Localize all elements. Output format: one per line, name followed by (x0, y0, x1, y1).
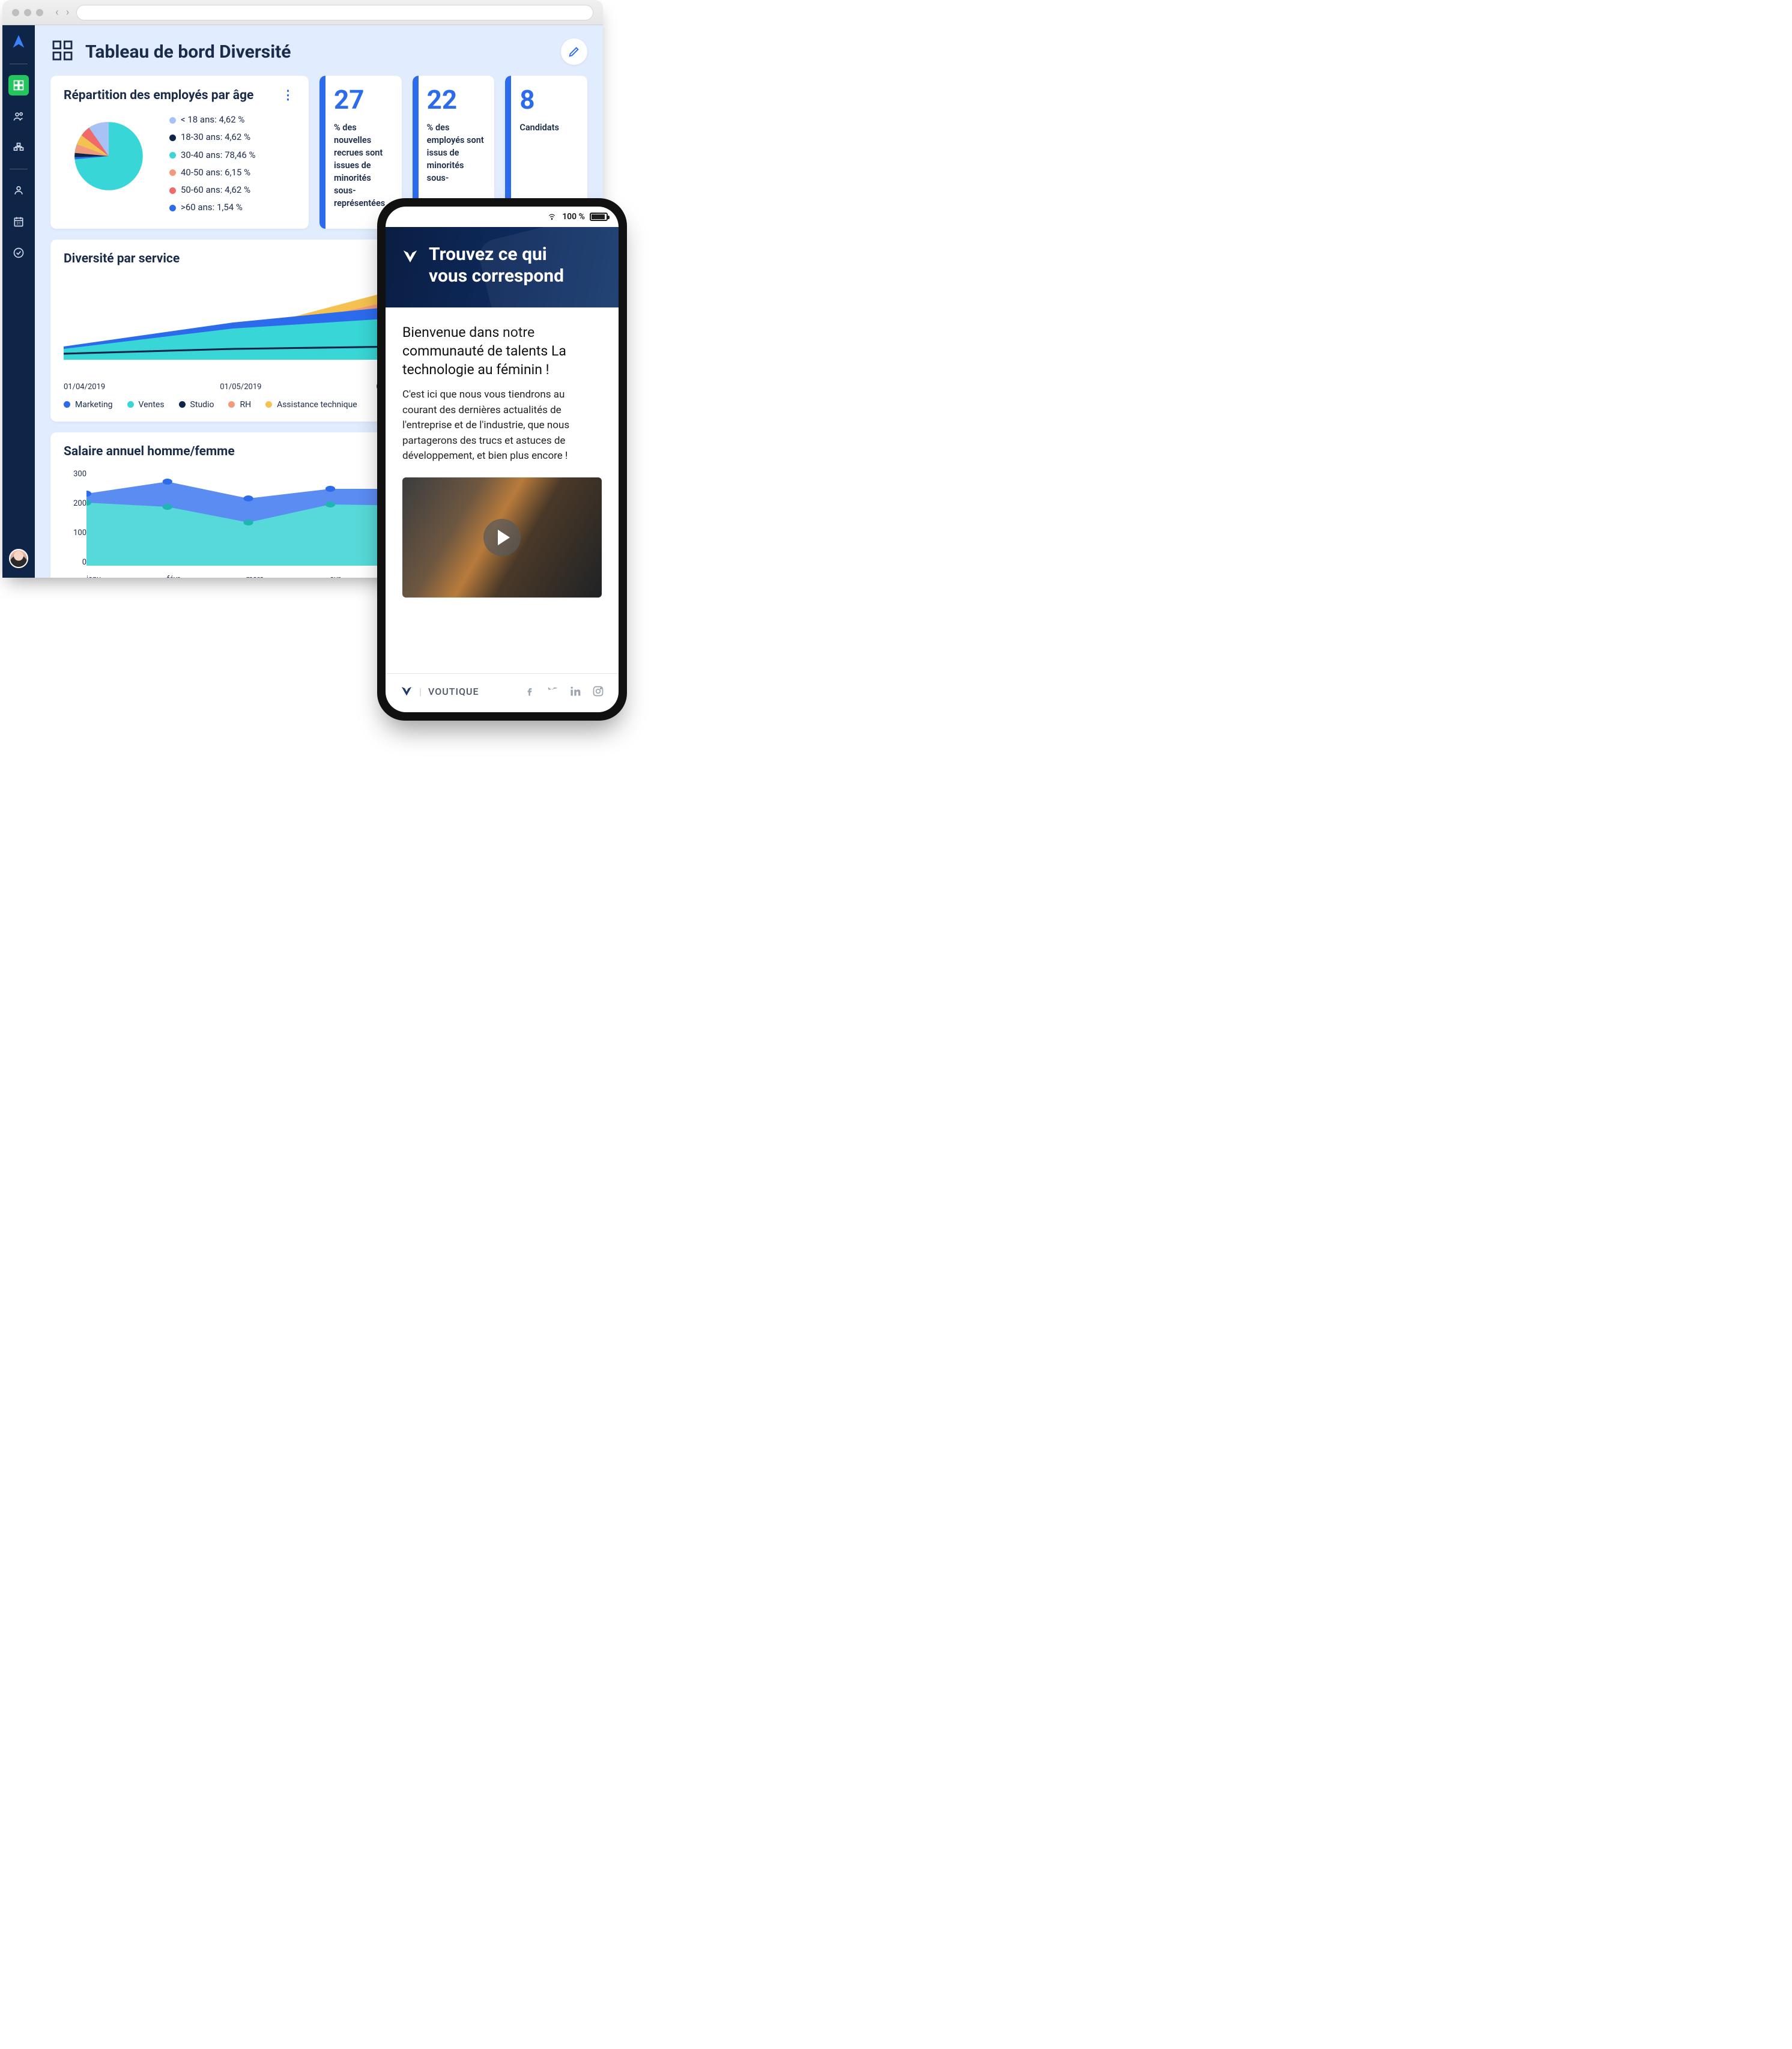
nav-arrows-icon[interactable]: ‹ › (55, 6, 71, 19)
legend-item: RH (228, 400, 251, 410)
video-thumbnail[interactable] (402, 477, 602, 598)
sidebar-item-org[interactable] (8, 138, 29, 158)
dashboard-icon (50, 38, 74, 65)
phone-screen: 100 % Trouvez ce qui vous correspond Bie… (386, 207, 619, 712)
y-tick: 200 (64, 499, 86, 508)
x-tick: 01/04/2019 (64, 383, 105, 392)
card-title-text: Salaire annuel homme/femme (64, 444, 235, 459)
facebook-icon[interactable] (524, 685, 536, 697)
phone-device: 100 % Trouvez ce qui vous correspond Bie… (377, 198, 627, 721)
wifi-icon (546, 213, 557, 221)
window-control-maximize[interactable] (36, 9, 43, 16)
brand-mark-icon (401, 247, 419, 265)
page-header: Tableau de bord Diversité (50, 38, 587, 65)
mobile-body: Bienvenue dans notre communauté de talen… (386, 307, 619, 673)
pencil-icon (568, 45, 581, 58)
mobile-footer: | VOUTIQUE (386, 673, 619, 712)
edit-button[interactable] (561, 38, 587, 65)
y-tick: 0 (64, 558, 86, 567)
sidebar-item-people[interactable] (8, 106, 29, 127)
card-age-distribution: Répartition des employés par âge ⋮ (50, 76, 309, 229)
x-tick: janv (86, 575, 101, 578)
app-logo-icon[interactable] (10, 34, 27, 53)
svg-text:31: 31 (16, 221, 20, 226)
window-control-close[interactable] (12, 9, 19, 16)
x-tick: avr (330, 575, 341, 578)
sidebar-item-profile[interactable] (8, 180, 29, 201)
legend-item: 30-40 ans: 78,46 % (169, 147, 256, 164)
stat-value: 8 (519, 86, 578, 113)
brand-mark-icon (400, 685, 413, 698)
legend-item: 18-30 ans: 4,62 % (169, 129, 256, 146)
left-sidebar: 31 (2, 25, 35, 578)
card-title: Répartition des employés par âge ⋮ (64, 88, 295, 103)
salary-y-axis: 300 200 100 0 (64, 470, 86, 578)
pie-chart (64, 111, 154, 201)
brand-name: VOUTIQUE (428, 686, 479, 697)
y-tick: 300 (64, 470, 86, 479)
legend-item: 40-50 ans: 6,15 % (169, 164, 256, 181)
hero-banner: Trouvez ce qui vous correspond (386, 227, 619, 307)
stat-label: % des nouvelles recrues sont issues de m… (334, 121, 392, 210)
hero-title: Trouvez ce qui vous correspond (429, 244, 564, 287)
sidebar-item-dashboard[interactable] (8, 75, 29, 95)
linkedin-icon[interactable] (569, 685, 581, 697)
browser-toolbar: ‹ › (2, 0, 603, 25)
play-icon (483, 519, 521, 556)
legend-item: >60 ans: 1,54 % (169, 199, 256, 216)
sidebar-item-calendar[interactable]: 31 (8, 211, 29, 232)
x-tick: 01/05/2019 (220, 383, 261, 392)
hero-line1: Trouvez ce qui (429, 244, 547, 265)
stat-value: 22 (427, 86, 485, 113)
x-tick: févr (167, 575, 180, 578)
pie-legend: < 18 ans: 4,62 %18-30 ans: 4,62 %30-40 a… (169, 111, 256, 217)
stat-value: 27 (334, 86, 392, 113)
legend-item: Marketing (64, 400, 113, 410)
legend-item: 50-60 ans: 4,62 % (169, 181, 256, 199)
twitter-icon[interactable] (546, 685, 558, 697)
legend-item: Ventes (127, 400, 165, 410)
footer-brand: | VOUTIQUE (400, 685, 479, 698)
card-menu-icon[interactable]: ⋮ (282, 88, 295, 103)
address-bar[interactable] (76, 5, 593, 20)
y-tick: 100 (64, 528, 86, 537)
user-avatar[interactable] (9, 549, 28, 568)
card-title-text: Diversité par service (64, 252, 180, 266)
stat-label: % des employés sont issus de minorités s… (427, 121, 485, 184)
mobile-paragraph: C'est ici que nous vous tiendrons au cou… (402, 387, 602, 464)
window-control-minimize[interactable] (24, 9, 31, 16)
sidebar-item-tasks[interactable] (8, 243, 29, 263)
instagram-icon[interactable] (592, 685, 604, 697)
legend-item: < 18 ans: 4,62 % (169, 111, 256, 129)
stat-label: Candidats (519, 121, 578, 134)
legend-item: Assistance technique (265, 400, 357, 410)
card-title-text: Répartition des employés par âge (64, 88, 253, 103)
social-links (524, 685, 604, 697)
x-tick: mars (246, 575, 264, 578)
hero-line2: vous correspond (429, 265, 564, 286)
page-title: Tableau de bord Diversité (85, 41, 291, 62)
legend-item: Studio (179, 400, 214, 410)
